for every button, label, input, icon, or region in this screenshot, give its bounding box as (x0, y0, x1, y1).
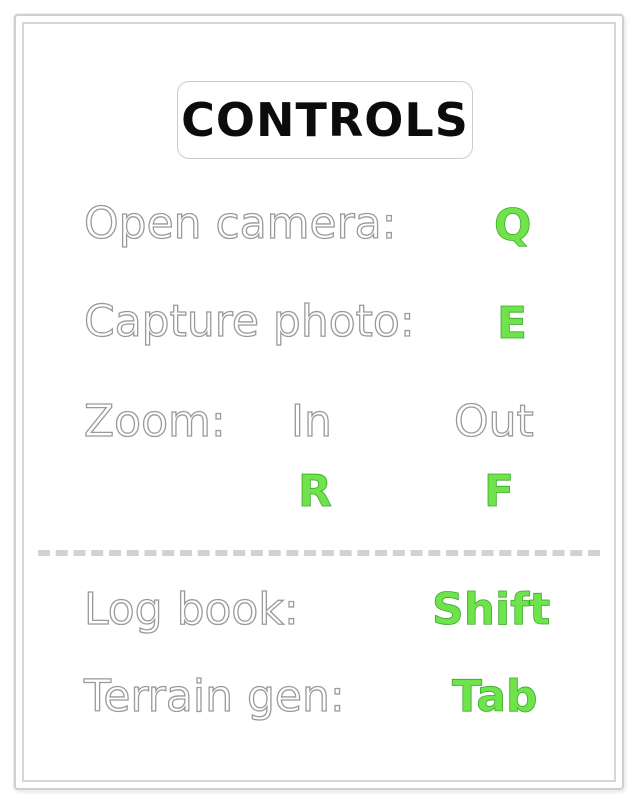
terrain-gen-key: Tab (452, 671, 538, 722)
open-camera-label: Open camera: (83, 198, 397, 249)
zoom-out-label: Out (453, 396, 534, 447)
log-book-label: Log book: (83, 584, 299, 635)
log-book-key: Shift (432, 584, 551, 635)
zoom-out-key: F (484, 466, 515, 517)
controls-title-box: CONTROLS (177, 81, 473, 159)
section-divider (38, 550, 600, 556)
open-camera-key: Q (494, 200, 532, 251)
capture-photo-key: E (497, 298, 528, 349)
zoom-label: Zoom: (83, 396, 226, 447)
controls-title: CONTROLS (181, 93, 469, 147)
zoom-in-label: In (290, 396, 332, 447)
zoom-in-key: R (298, 466, 333, 517)
capture-photo-label: Capture photo: (83, 296, 415, 347)
terrain-gen-label: Terrain gen: (83, 671, 345, 722)
